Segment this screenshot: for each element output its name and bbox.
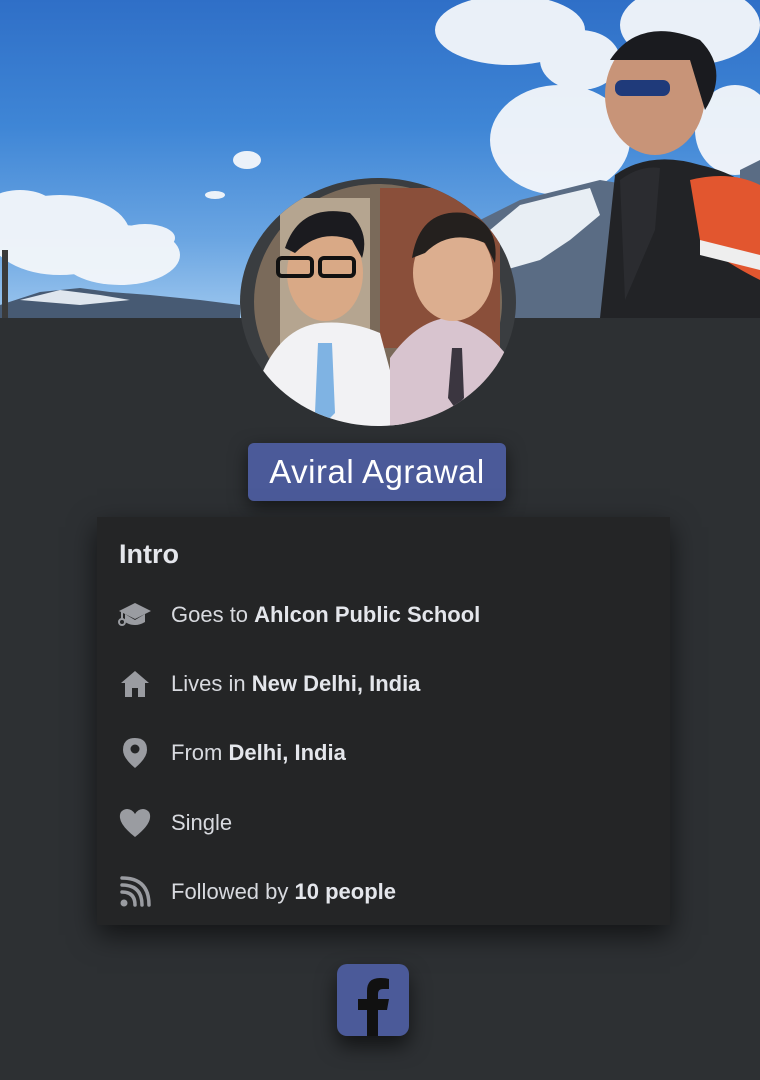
intro-item-residence: Lives in New Delhi, India xyxy=(117,664,657,704)
location-pin-icon xyxy=(117,735,153,771)
intro-item-relationship: Single xyxy=(117,803,657,843)
intro-item-value[interactable]: Delhi, India xyxy=(228,740,345,765)
intro-item-text: From Delhi, India xyxy=(171,740,346,766)
graduation-cap-icon xyxy=(117,597,153,633)
heart-icon xyxy=(117,805,153,841)
intro-item-text: Followed by 10 people xyxy=(171,879,396,905)
intro-item-text: Single xyxy=(171,810,232,836)
intro-item-followers: Followed by 10 people xyxy=(117,872,657,912)
facebook-f-icon xyxy=(358,978,389,1036)
intro-item-value: Single xyxy=(171,810,233,835)
intro-title: Intro xyxy=(119,539,179,569)
intro-item-prefix: From xyxy=(171,740,229,765)
profile-photo-image xyxy=(254,184,510,426)
rss-feed-icon xyxy=(117,874,153,910)
intro-item-prefix: Goes to xyxy=(171,602,255,627)
profile-avatar[interactable] xyxy=(240,178,516,426)
home-icon xyxy=(117,666,153,702)
intro-item-prefix: Followed by xyxy=(171,879,295,904)
intro-card: Intro Goes to Ahlcon Public School Lives… xyxy=(97,517,670,925)
facebook-logo-icon[interactable] xyxy=(337,964,409,1036)
profile-name: Aviral Agrawal xyxy=(248,443,506,501)
intro-item-value[interactable]: New Delhi, India xyxy=(252,671,421,696)
intro-item-text: Lives in New Delhi, India xyxy=(171,671,420,697)
intro-item-hometown: From Delhi, India xyxy=(117,733,657,773)
intro-item-prefix: Lives in xyxy=(171,671,252,696)
intro-item-value[interactable]: 10 people xyxy=(295,879,396,904)
intro-item-education: Goes to Ahlcon Public School xyxy=(117,595,657,635)
intro-item-text: Goes to Ahlcon Public School xyxy=(171,602,480,628)
intro-item-value[interactable]: Ahlcon Public School xyxy=(254,602,480,627)
